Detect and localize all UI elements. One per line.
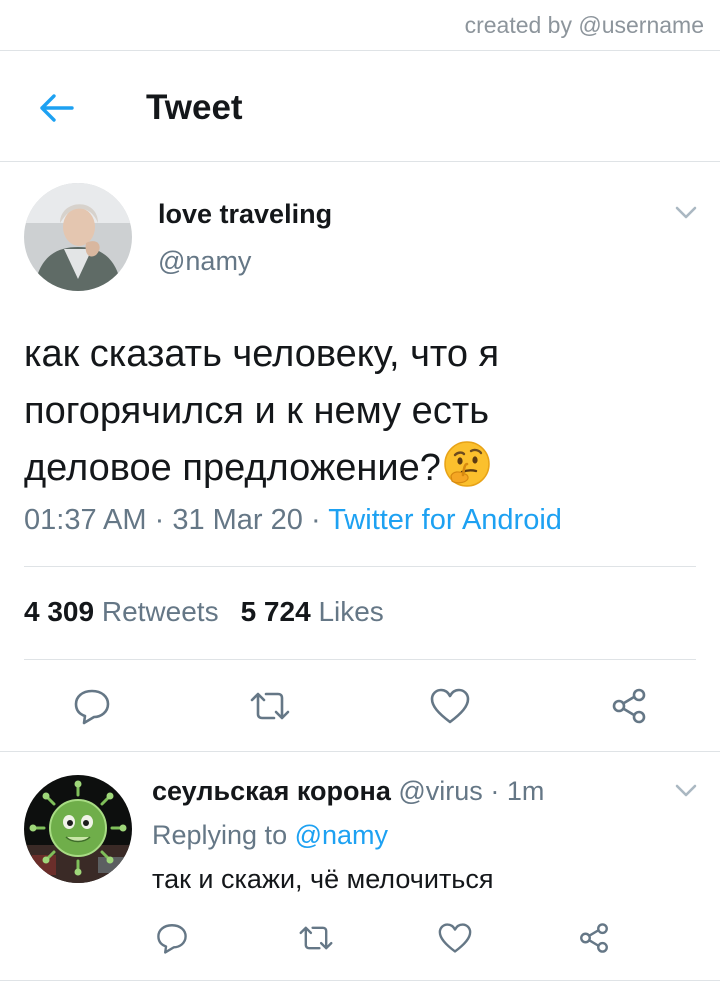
tweet-source-link[interactable]: Twitter for Android xyxy=(328,504,562,536)
reply-like-button[interactable] xyxy=(429,912,481,964)
reply-divider xyxy=(0,980,720,981)
meta-separator: · xyxy=(310,504,321,536)
reply-button[interactable] xyxy=(64,678,120,734)
back-button[interactable] xyxy=(36,88,76,128)
reply-share-button[interactable] xyxy=(568,912,620,964)
meta-divider xyxy=(24,566,696,567)
reply-text: так и скажи, чё мелочиться xyxy=(152,864,494,894)
reply-reply-button[interactable] xyxy=(146,912,198,964)
replying-to: Replying to @namy xyxy=(152,820,388,851)
arrow-left-icon xyxy=(40,94,74,122)
replying-to-mention[interactable]: @namy xyxy=(295,820,388,850)
tweet-text-line: погорячился и к нему есть xyxy=(24,390,490,432)
tweet-text-line: деловое предложение? xyxy=(24,447,441,489)
share-button[interactable] xyxy=(601,678,657,734)
tweet-text-line: как сказать человеку, что я xyxy=(24,333,500,375)
meta-separator: · xyxy=(154,504,165,536)
reply-icon xyxy=(74,689,110,725)
reply-author-name[interactable]: сеульская корона xyxy=(152,776,391,806)
watermark: created by @username xyxy=(464,12,704,38)
likes-label: Likes xyxy=(318,596,384,627)
reply-age: 1m xyxy=(506,776,545,806)
reply-menu-button[interactable] xyxy=(671,776,701,806)
page-title: Tweet xyxy=(146,88,243,127)
author-handle[interactable]: @namy xyxy=(158,246,251,277)
reply-separator: · xyxy=(490,776,500,806)
retweets-label: Retweets xyxy=(101,596,219,627)
share-icon xyxy=(612,688,646,724)
replying-to-label: Replying to xyxy=(152,820,288,850)
reply-author-photo xyxy=(24,775,132,883)
reply-retweet-button[interactable] xyxy=(290,912,342,964)
tweet-date: 31 Mar 20 xyxy=(172,504,303,536)
tweet-menu-button[interactable] xyxy=(671,198,701,228)
tweet-divider xyxy=(0,751,720,752)
like-button[interactable] xyxy=(422,678,478,734)
author-photo xyxy=(24,183,132,291)
retweet-icon xyxy=(299,926,333,950)
retweets-count: 4 309 xyxy=(24,596,95,627)
heart-icon xyxy=(430,688,470,724)
tweet-text: как сказать человеку, что я погорячился … xyxy=(24,326,664,497)
share-icon xyxy=(580,923,608,953)
author-name[interactable]: love traveling xyxy=(158,199,332,230)
likes-count: 5 724 xyxy=(240,596,311,627)
heart-icon xyxy=(438,923,472,953)
retweet-button[interactable] xyxy=(242,678,298,734)
likes-stat[interactable]: 5 724 Likes xyxy=(241,596,384,627)
reply-author-avatar[interactable] xyxy=(24,775,132,883)
author-avatar[interactable] xyxy=(24,183,132,291)
chevron-down-icon xyxy=(675,206,697,219)
reply-header: сеульская корона @virus · 1m xyxy=(152,776,544,807)
tweet-time: 01:37 AM xyxy=(24,504,147,536)
thinking-face-emoji xyxy=(444,441,490,487)
retweet-icon xyxy=(250,692,290,720)
header-divider xyxy=(0,161,720,162)
chevron-down-icon xyxy=(675,784,697,797)
header-top-divider xyxy=(0,50,720,51)
tweet-stats: 4 309 Retweets 5 724 Likes xyxy=(24,596,384,628)
reply-author-handle[interactable]: @virus xyxy=(398,776,482,806)
tweet-meta: 01:37 AM · 31 Mar 20 · Twitter for Andro… xyxy=(24,504,562,537)
tweet-text-line-last: деловое предложение? xyxy=(24,440,664,497)
reply-icon xyxy=(157,924,187,954)
stats-divider xyxy=(24,659,696,660)
retweets-stat[interactable]: 4 309 Retweets xyxy=(24,596,219,627)
